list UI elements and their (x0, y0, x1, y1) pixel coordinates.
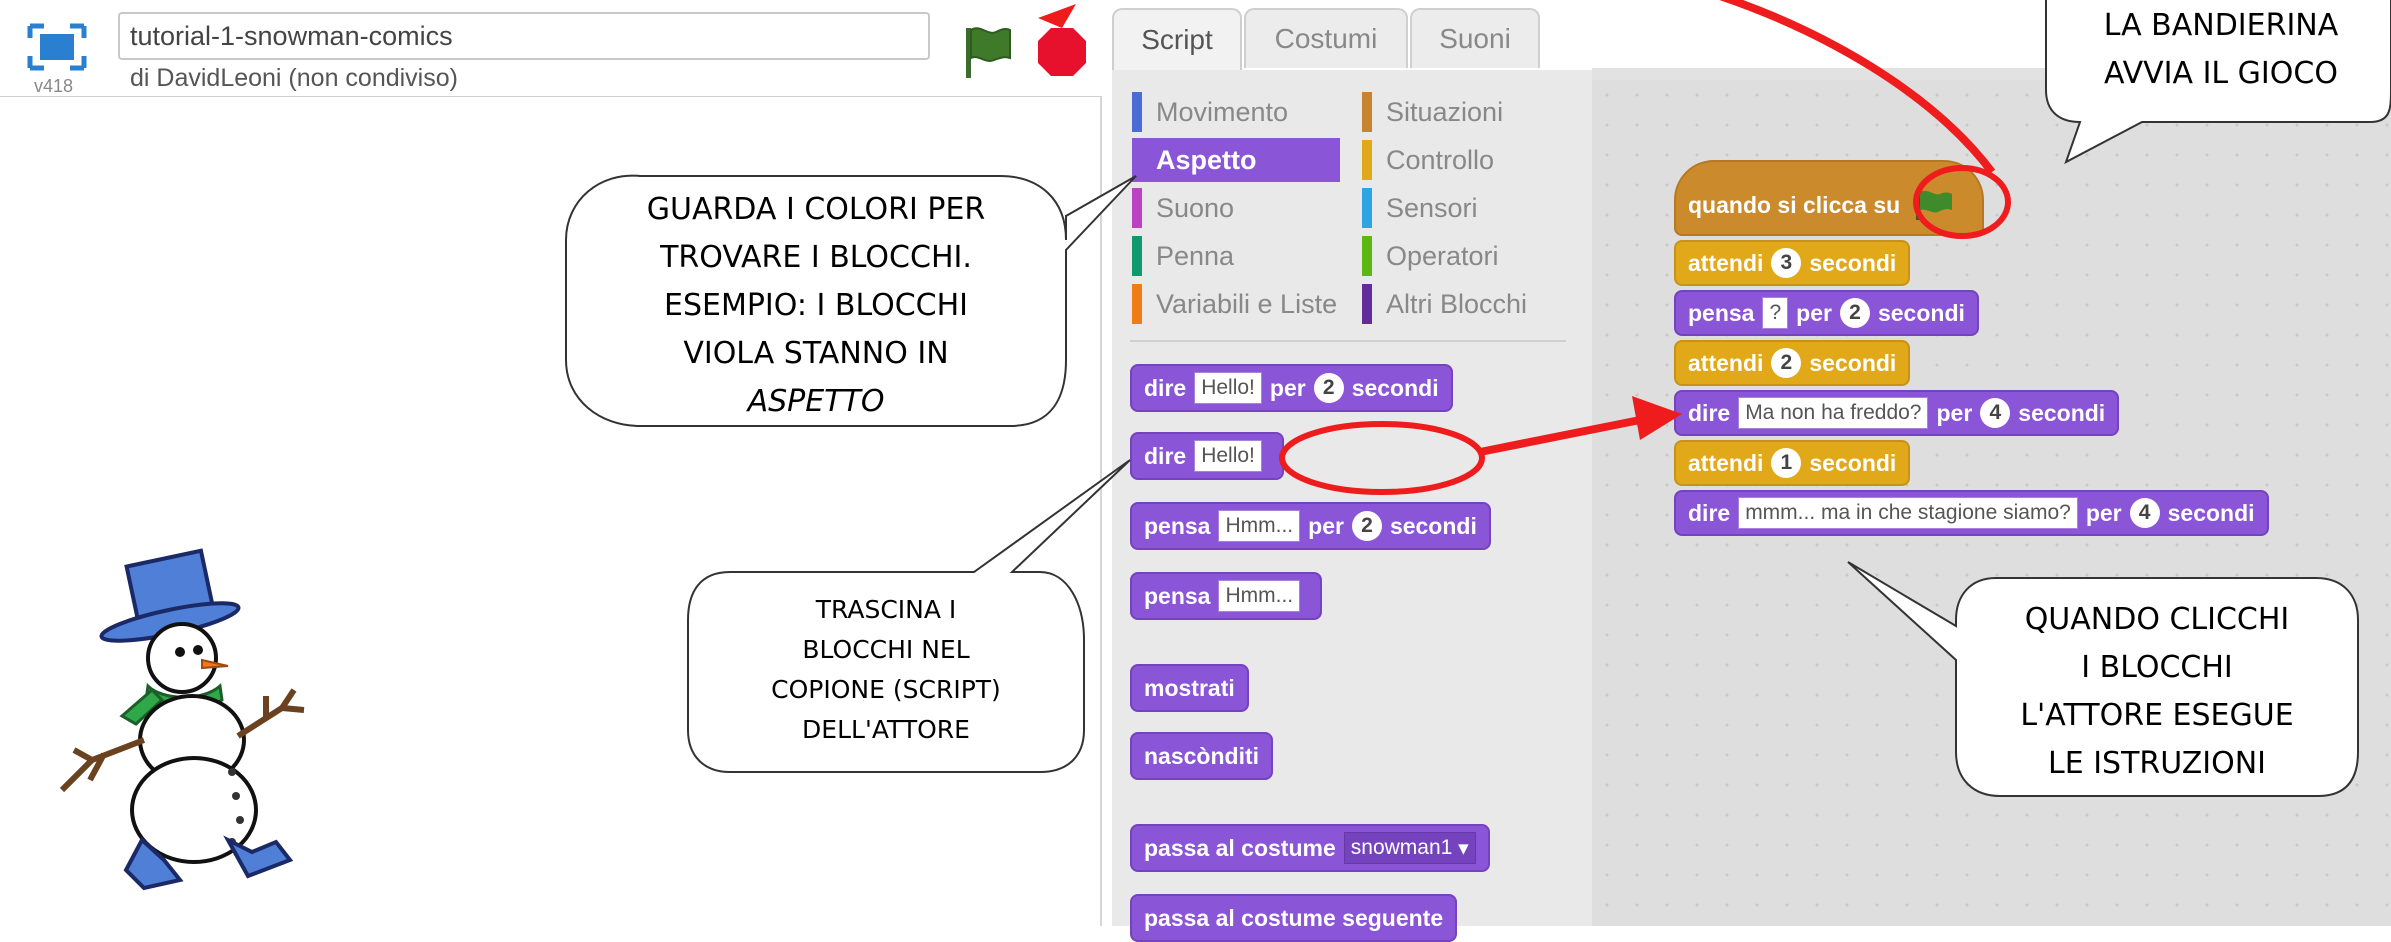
callout-line: I BLOCCHI (2081, 650, 2233, 685)
drag-arrow-line (1479, 416, 1641, 456)
callout-line: VIOLA STANNO IN (683, 336, 949, 371)
callout-line: ESEMPIO: I BLOCCHI (663, 288, 969, 323)
callout-line: QUANDO CLICCHI (2024, 602, 2290, 637)
highlight-say-block (1279, 421, 1485, 495)
callout-colors-text: GUARDA I COLORI PER TROVARE I BLOCCHI. E… (566, 186, 1066, 426)
callout-line: BLOCCHI NEL (802, 635, 970, 664)
callout-click-text: QUANDO CLICCHI I BLOCCHI L'ATTORE ESEGUE… (1956, 596, 2358, 788)
callout-line: AVVIA IL GIOCO (2104, 56, 2338, 91)
drag-arrow-head (1632, 396, 1682, 440)
highlight-flag (1913, 165, 2011, 239)
callout-line: L'ATTORE ESEGUE (2020, 698, 2294, 733)
callout-flag-text: LA BANDIERINA AVVIA IL GIOCO (2056, 2, 2386, 98)
callout-line: COPIONE (SCRIPT) (771, 675, 1001, 704)
flag-arrow-head (1038, 4, 1076, 28)
callout-drag-text: TRASCINA I BLOCCHI NEL COPIONE (SCRIPT) … (688, 590, 1084, 750)
callout-line: LA BANDIERINA (2103, 8, 2339, 43)
callout-line: ASPETTO (747, 384, 885, 419)
callout-line: LE ISTRUZIONI (2048, 746, 2266, 781)
callout-line: TROVARE I BLOCCHI. (660, 240, 972, 275)
callout-line: TRASCINA I (815, 595, 957, 624)
flag-arrow-line (1719, 0, 1996, 175)
callout-line: DELL'ATTORE (802, 715, 970, 744)
callout-line: GUARDA I COLORI PER (646, 192, 986, 227)
